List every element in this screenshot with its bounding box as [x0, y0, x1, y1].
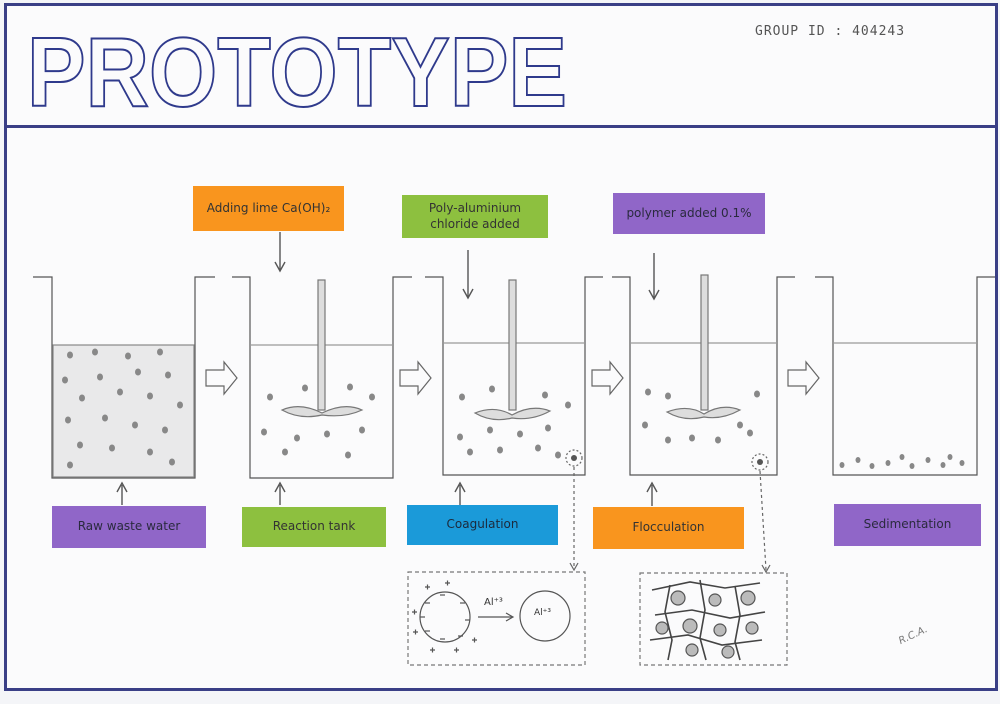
- header: PROTOTYPE GROUP ID : 404243: [7, 6, 995, 128]
- label-coagulation: Coagulation: [407, 505, 558, 545]
- page-title-text: PROTOTYPE: [27, 20, 567, 120]
- group-id: GROUP ID : 404243: [755, 24, 906, 39]
- ion-label-inside: Al⁺³: [534, 608, 552, 618]
- page-title: PROTOTYPE: [21, 16, 581, 128]
- label-flocculation: Flocculation: [593, 507, 744, 549]
- label-adding-lime: Adding lime Ca(OH)₂: [193, 186, 344, 231]
- label-sedimentation: Sedimentation: [834, 504, 981, 546]
- label-reaction-tank: Reaction tank: [242, 507, 386, 547]
- label-pac-added: Poly-aluminium chloride added: [402, 195, 548, 238]
- ion-label: Al⁺³: [484, 597, 503, 608]
- label-polymer-added: polymer added 0.1%: [613, 193, 765, 234]
- poster-sheet: PROTOTYPE GROUP ID : 404243: [4, 3, 998, 691]
- label-raw-waste-water: Raw waste water: [52, 506, 206, 548]
